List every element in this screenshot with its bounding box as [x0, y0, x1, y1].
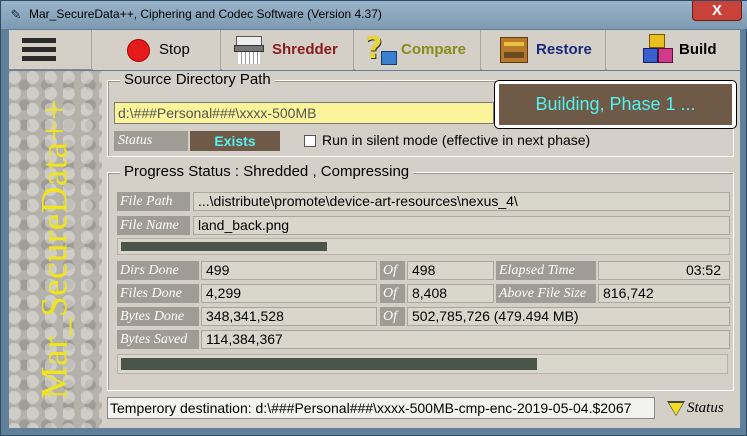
file-name-label: File Name — [117, 216, 190, 235]
restore-button[interactable]: Restore — [482, 30, 606, 70]
compare-label: Compare — [401, 41, 467, 58]
brand-sidebar: Mar_SecureData++ — [9, 71, 102, 428]
status-toggle-label: Status — [687, 400, 724, 416]
bytes-of-label: Of — [380, 307, 405, 326]
status-value: Exists — [190, 131, 280, 151]
source-path-input[interactable]: d:\###Personal###\xxxx-500MB — [114, 102, 494, 124]
dirs-done-label: Dirs Done — [117, 261, 199, 280]
bytes-done-value: 348,341,528 — [201, 307, 377, 326]
shredder-label: Shredder — [272, 41, 338, 58]
stop-label: Stop — [159, 41, 190, 58]
dirs-total-value: 498 — [407, 261, 494, 280]
build-button[interactable]: Build — [607, 30, 740, 70]
silent-mode-checkbox[interactable] — [304, 135, 316, 147]
window-title: Mar_SecureData++, Ciphering and Codec So… — [29, 7, 382, 21]
dirs-done-value: 499 — [201, 261, 377, 280]
elapsed-label: Elapsed Time — [496, 261, 596, 280]
status-toggle-button[interactable]: Status — [667, 399, 737, 419]
bytes-saved-value: 114,384,367 — [201, 330, 730, 349]
overall-progress-fill — [121, 358, 537, 370]
file-progress-bar — [117, 238, 730, 255]
restore-icon — [500, 37, 528, 63]
toolbar: Stop Shredder ? Compare Restore Build — [9, 30, 740, 70]
app-window: ✎ Mar_SecureData++, Ciphering and Codec … — [0, 0, 747, 436]
phase-text: Building, Phase 1 ... — [499, 84, 732, 125]
app-icon[interactable]: ✎ — [7, 7, 25, 23]
file-path-label: File Path — [117, 192, 190, 211]
restore-label: Restore — [536, 41, 592, 58]
bytes-saved-label: Bytes Saved — [117, 330, 199, 349]
bytes-done-label: Bytes Done — [117, 307, 199, 326]
dirs-of-label: Of — [380, 261, 405, 280]
above-file-size-label: Above File Size — [496, 284, 596, 303]
close-button[interactable]: X — [692, 1, 742, 21]
menu-button[interactable] — [9, 30, 92, 70]
above-file-size-value: 816,742 — [598, 284, 730, 303]
brand-text: Mar_SecureData++ — [34, 98, 76, 400]
overall-progress-bar — [117, 354, 728, 374]
stop-button[interactable]: Stop — [93, 30, 221, 70]
progress-group-title: Progress Status : Shredded , Compressing — [120, 163, 414, 180]
main-panel: Source Directory Path d:\###Personal###\… — [102, 71, 740, 428]
shredder-icon — [234, 36, 264, 64]
files-total-value: 8,408 — [407, 284, 494, 303]
compare-button[interactable]: ? Compare — [355, 30, 481, 70]
file-path-value: ...\distribute\promote\device-art-resour… — [193, 192, 730, 211]
phase-display: Building, Phase 1 ... — [494, 80, 737, 129]
compare-icon: ? — [365, 31, 397, 67]
elapsed-value: 03:52 — [598, 261, 730, 280]
file-name-value: land_back.png — [193, 216, 730, 235]
bytes-total-value: 502,785,726 (479.494 MB) — [407, 307, 730, 326]
title-bar[interactable]: ✎ Mar_SecureData++, Ciphering and Codec … — [1, 1, 747, 29]
build-icon — [643, 34, 673, 66]
shredder-button[interactable]: Shredder — [222, 30, 354, 70]
files-done-label: Files Done — [117, 284, 199, 303]
status-label: Status — [114, 131, 188, 151]
stop-icon — [127, 39, 150, 62]
build-label: Build — [679, 41, 717, 58]
files-of-label: Of — [380, 284, 405, 303]
temp-destination: Temperory destination: d:\###Personal###… — [107, 397, 655, 419]
files-done-value: 4,299 — [201, 284, 377, 303]
file-progress-fill — [121, 242, 327, 251]
source-group-title: Source Directory Path — [120, 71, 275, 88]
silent-mode-label[interactable]: Run in silent mode (effective in next ph… — [322, 132, 590, 148]
